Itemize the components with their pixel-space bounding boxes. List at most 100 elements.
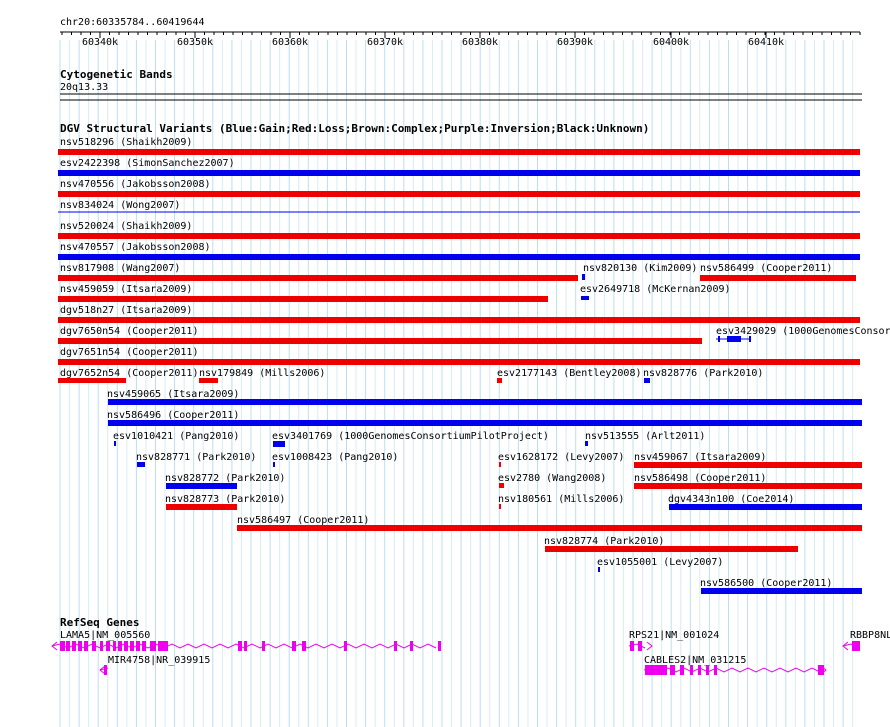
dgv-variant[interactable]: nsv586498 (Cooper2011) <box>634 473 862 489</box>
refseq-gene[interactable]: CABLES2|NM_031215 <box>643 655 827 675</box>
dgv-variant-bar <box>585 441 588 446</box>
dgv-variant-label: nsv834024 (Wong2007) <box>60 200 180 211</box>
dgv-variant-label: nsv828774 (Park2010) <box>544 536 664 547</box>
dgv-variant[interactable]: nsv834024 (Wong2007) <box>58 200 860 213</box>
refseq-exon <box>262 641 265 651</box>
dgv-variant[interactable]: nsv820130 (Kim2009) <box>582 263 697 280</box>
refseq-exon <box>638 641 642 651</box>
dgv-variant-bar <box>58 338 702 344</box>
dgv-variant[interactable]: nsv586497 (Cooper2011) <box>237 515 862 531</box>
dgv-variant[interactable]: nsv828771 (Park2010) <box>136 452 256 467</box>
refseq-exon <box>852 641 860 651</box>
dgv-variant[interactable]: esv1010421 (Pang2010) <box>113 431 239 446</box>
dgv-variant-label: esv2422398 (SimonSanchez2007) <box>60 158 235 169</box>
refseq-gene[interactable]: LAMA5|NM_005560 <box>51 630 441 651</box>
dgv-variant[interactable]: esv2780 (Wang2008) <box>498 473 606 488</box>
refseq-exon <box>410 641 413 651</box>
dgv-variant[interactable]: esv1628172 (Levy2007) <box>498 452 624 467</box>
dgv-variant[interactable]: esv3429029 (1000GenomesConsor <box>716 326 890 340</box>
cytoband-label: 20q13.33 <box>60 82 108 93</box>
dgv-variant-label: nsv459065 (Itsara2009) <box>107 389 239 400</box>
dgv-variant-label: esv1010421 (Pang2010) <box>113 431 239 442</box>
dgv-variant-bar <box>114 441 116 446</box>
dgv-variant-bar <box>598 567 600 572</box>
dgv-variant-block <box>718 336 720 342</box>
ruler-track[interactable]: chr20:60335784..60419644 60340k 60350k 603… <box>60 17 861 48</box>
dgv-variant-bar <box>701 588 862 594</box>
dgv-variant-label: nsv828771 (Park2010) <box>136 452 256 463</box>
refseq-exon <box>60 641 65 651</box>
dgv-variant-label: nsv459067 (Itsara2009) <box>634 452 766 463</box>
refseq-exon <box>130 641 134 651</box>
refseq-track-title: RefSeq Genes <box>60 616 139 629</box>
dgv-track[interactable]: DGV Structural Variants (Blue:Gain;Red:L… <box>58 122 890 594</box>
refseq-exon <box>706 665 709 675</box>
dgv-variant[interactable]: esv2649718 (McKernan2009) <box>580 284 731 300</box>
refseq-exon <box>136 641 140 651</box>
dgv-variant[interactable]: esv3401769 (1000GenomesConsortiumPilotPr… <box>272 431 549 447</box>
dgv-variant[interactable]: nsv459067 (Itsara2009) <box>634 452 862 468</box>
dgv-variant[interactable]: nsv470557 (Jakobsson2008) <box>58 242 860 260</box>
dgv-variant-block <box>727 336 741 342</box>
refseq-gene-label: MIR4758|NR_039915 <box>108 655 210 666</box>
dgv-variant[interactable]: nsv586499 (Cooper2011) <box>700 263 856 281</box>
dgv-variant[interactable]: nsv828773 (Park2010) <box>165 494 285 510</box>
dgv-variant[interactable]: nsv513555 (Arlt2011) <box>585 431 705 446</box>
dgv-variant-bar <box>58 191 860 197</box>
refseq-exon <box>302 641 306 651</box>
refseq-exon <box>818 665 824 675</box>
dgv-variant[interactable]: nsv828772 (Park2010) <box>165 473 285 489</box>
ruler-tick-label: 60360k <box>272 37 308 48</box>
dgv-variant[interactable]: nsv459059 (Itsara2009) <box>58 284 548 302</box>
dgv-variant-label: nsv470557 (Jakobsson2008) <box>60 242 211 253</box>
dgv-variant[interactable]: dgv4343n100 (Coe2014) <box>668 494 862 510</box>
dgv-variant-bar <box>582 274 585 280</box>
genome-tracks-panel[interactable]: chr20:60335784..60419644 60340k 60350k 603… <box>0 0 890 727</box>
dgv-variant-bar <box>497 378 502 383</box>
location-label: chr20:60335784..60419644 <box>60 17 205 28</box>
ruler-tick-label: 60370k <box>367 37 403 48</box>
dgv-variant-bar <box>499 504 501 509</box>
strand-arrow-left-icon <box>51 641 58 651</box>
dgv-variant-label: esv3429029 (1000GenomesConsor <box>716 326 890 337</box>
refseq-exon <box>158 641 168 651</box>
refseq-exon <box>113 641 116 651</box>
dgv-variant[interactable]: dgv7652n54 (Cooper2011) <box>58 368 198 383</box>
dgv-variant[interactable]: nsv180561 (Mills2006) <box>498 494 624 509</box>
dgv-variant-bar <box>634 483 862 489</box>
dgv-variant[interactable]: esv1055001 (Levy2007) <box>597 557 723 572</box>
dgv-variant[interactable]: nsv520024 (Shaikh2009) <box>58 221 860 239</box>
dgv-variant-bar <box>166 483 237 489</box>
dgv-variant-features: nsv518296 (Shaikh2009) esv2422398 (SimonS… <box>58 137 890 594</box>
dgv-variant-label: esv1628172 (Levy2007) <box>498 452 624 463</box>
dgv-variant[interactable]: nsv459065 (Itsara2009) <box>107 389 862 405</box>
dgv-variant-label: nsv828772 (Park2010) <box>165 473 285 484</box>
refseq-exon <box>645 665 667 675</box>
dgv-variant-bar <box>634 462 862 468</box>
refseq-exon <box>150 641 156 651</box>
refseq-exon <box>698 665 701 675</box>
dgv-variant-label: esv2177143 (Bentley2008) <box>497 368 642 379</box>
dgv-variant-bar <box>58 359 860 365</box>
dgv-variant[interactable]: nsv586500 (Cooper2011) <box>700 578 862 594</box>
dgv-variant[interactable]: nsv470556 (Jakobsson2008) <box>58 179 860 197</box>
dgv-track-title: DGV Structural Variants (Blue:Gain;Red:L… <box>60 122 649 135</box>
dgv-variant[interactable]: dgv7651n54 (Cooper2011) <box>58 347 860 365</box>
ruler-tick-label: 60400k <box>653 37 689 48</box>
dgv-variant[interactable]: nsv828776 (Park2010) <box>643 368 763 383</box>
dgv-variant[interactable]: nsv586496 (Cooper2011) <box>107 410 862 426</box>
dgv-variant[interactable]: esv1008423 (Pang2010) <box>272 452 398 467</box>
dgv-variant[interactable]: nsv179849 (Mills2006) <box>199 368 325 383</box>
dgv-variant[interactable]: esv2422398 (SimonSanchez2007) <box>58 158 860 176</box>
dgv-variant[interactable]: nsv518296 (Shaikh2009) <box>58 137 860 155</box>
dgv-variant[interactable]: dgv518n27 (Itsara2009) <box>58 305 860 323</box>
dgv-variant[interactable]: dgv7650n54 (Cooper2011) <box>58 326 702 344</box>
refseq-exon <box>84 641 88 651</box>
dgv-variant-label: nsv179849 (Mills2006) <box>199 368 325 379</box>
dgv-variant-bar <box>166 504 237 510</box>
refseq-exon <box>238 641 242 651</box>
refseq-exon <box>100 641 103 651</box>
refseq-gene[interactable]: RBBP8NL <box>842 630 890 651</box>
dgv-variant-bar <box>237 525 862 531</box>
dgv-variant-label: esv3401769 (1000GenomesConsortiumPilotPr… <box>272 431 549 442</box>
